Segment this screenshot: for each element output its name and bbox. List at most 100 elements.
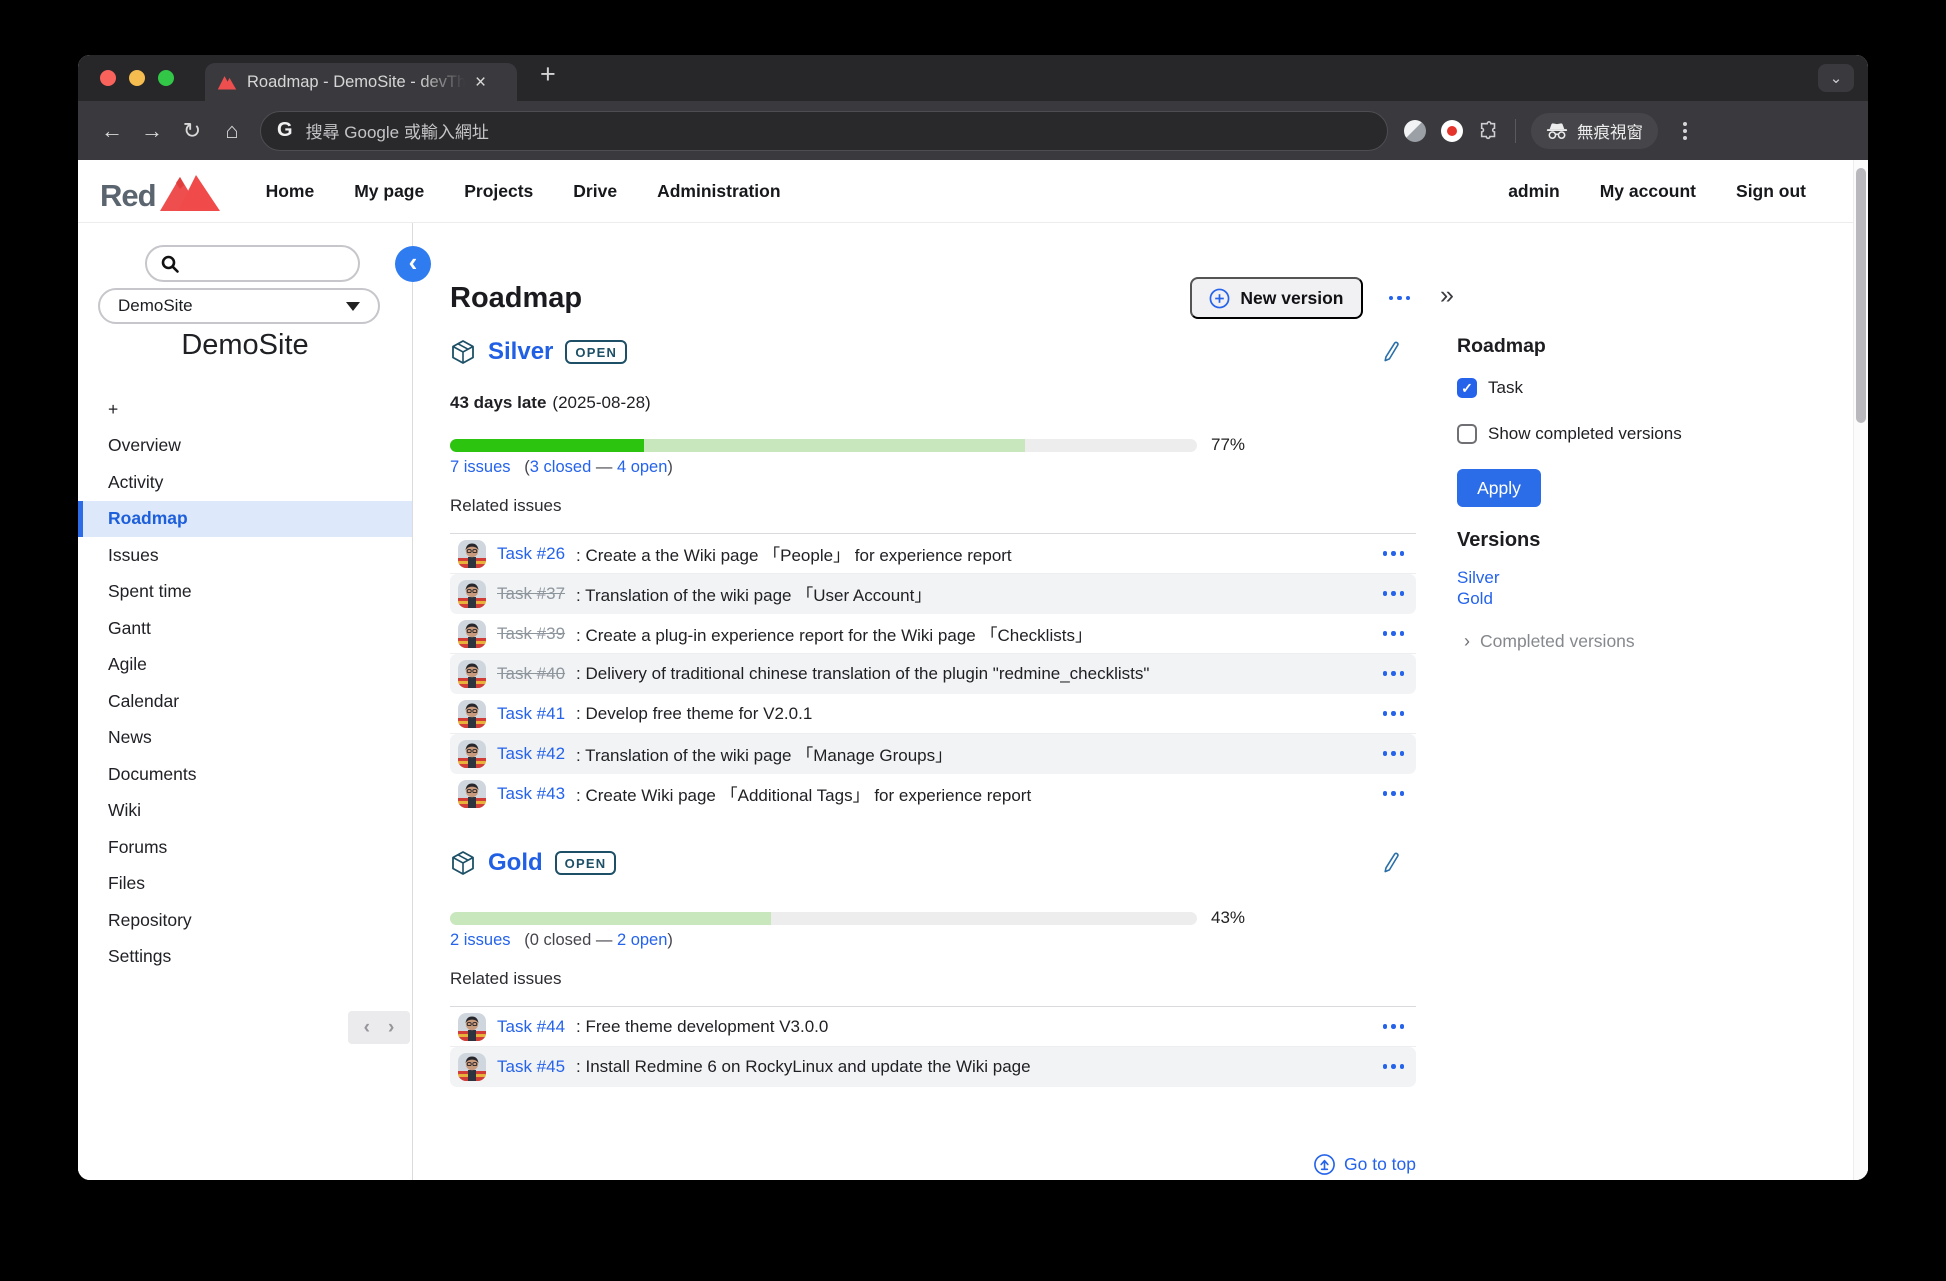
issue-link[interactable]: Task #43 xyxy=(497,784,565,804)
issue-link[interactable]: Task #40 xyxy=(497,664,565,684)
issue-row[interactable]: Task #43 : Create Wiki page 「Additional … xyxy=(450,774,1416,814)
new-version-button[interactable]: New version xyxy=(1190,277,1362,319)
issue-row[interactable]: Task #44 : Free theme development V3.0.0 xyxy=(450,1007,1416,1047)
sidebar-item-new[interactable]: + xyxy=(78,391,412,428)
issue-row[interactable]: Task #37 : Translation of the wiki page … xyxy=(450,574,1416,614)
sidebar-item-agile[interactable]: Agile xyxy=(78,647,412,684)
extensions-puzzle-icon[interactable] xyxy=(1478,120,1500,142)
nav-my-account[interactable]: My account xyxy=(1600,181,1696,202)
filter-show-completed-row[interactable]: Show completed versions xyxy=(1457,421,1840,447)
redmine-favicon-icon xyxy=(217,73,237,91)
scrollbar-thumb[interactable] xyxy=(1856,168,1866,423)
completed-versions-toggle[interactable]: › Completed versions xyxy=(1464,631,1840,652)
reload-icon[interactable]: ↻ xyxy=(172,118,212,144)
close-window-button[interactable] xyxy=(100,70,116,86)
minimize-window-button[interactable] xyxy=(129,70,145,86)
sidebar-version-link-silver[interactable]: Silver xyxy=(1457,567,1840,588)
nav-drive[interactable]: Drive xyxy=(573,181,617,202)
issue-link[interactable]: Task #45 xyxy=(497,1057,565,1077)
sidebar-version-link-gold[interactable]: Gold xyxy=(1457,588,1840,609)
sidebar-item-files[interactable]: Files xyxy=(78,866,412,903)
nav-administration[interactable]: Administration xyxy=(657,181,780,202)
go-to-top-link[interactable]: Go to top xyxy=(450,1153,1416,1176)
nav-sign-out[interactable]: Sign out xyxy=(1736,181,1806,202)
search-input[interactable] xyxy=(145,245,360,282)
back-icon[interactable]: ← xyxy=(92,118,132,144)
issue-link[interactable]: Task #39 xyxy=(497,624,565,644)
issue-row[interactable]: Task #39 : Create a plug-in experience r… xyxy=(450,614,1416,654)
page-scrollbar[interactable] xyxy=(1853,160,1868,1180)
open-count-link[interactable]: 4 open xyxy=(617,458,667,476)
record-extension-icon[interactable] xyxy=(1441,120,1463,142)
chevron-left-icon[interactable]: ‹ xyxy=(364,1017,370,1039)
open-count-link[interactable]: 2 open xyxy=(617,931,667,949)
issues-count-link[interactable]: 2 issues xyxy=(450,931,511,949)
sidebar-item-activity[interactable]: Activity xyxy=(78,464,412,501)
checkbox-unchecked-icon[interactable] xyxy=(1457,424,1477,444)
project-select[interactable]: DemoSite xyxy=(98,288,380,324)
expand-panel-icon[interactable]: » xyxy=(1440,223,1840,309)
sidebar-item-gantt[interactable]: Gantt xyxy=(78,610,412,647)
row-actions-icon[interactable] xyxy=(1383,1024,1405,1029)
sidebar-item-spent-time[interactable]: Spent time xyxy=(78,574,412,611)
issue-row[interactable]: Task #45 : Install Redmine 6 on RockyLin… xyxy=(450,1047,1416,1087)
home-icon[interactable]: ⌂ xyxy=(212,118,252,144)
checkbox-checked-icon[interactable]: ✓ xyxy=(1457,378,1477,398)
sidebar-item-documents[interactable]: Documents xyxy=(78,756,412,793)
sidebar-item-wiki[interactable]: Wiki xyxy=(78,793,412,830)
row-actions-icon[interactable] xyxy=(1383,551,1405,556)
sidebar-item-news[interactable]: News xyxy=(78,720,412,757)
row-actions-icon[interactable] xyxy=(1383,1064,1405,1069)
filter-show-completed-label: Show completed versions xyxy=(1488,424,1682,444)
sidebar-item-issues[interactable]: Issues xyxy=(78,537,412,574)
zoom-window-button[interactable] xyxy=(158,70,174,86)
new-tab-button[interactable]: + xyxy=(540,59,556,90)
issue-link[interactable]: Task #42 xyxy=(497,744,565,764)
more-actions-icon[interactable] xyxy=(1383,290,1417,307)
nav-home[interactable]: Home xyxy=(266,181,315,202)
tab-search-chevron-button[interactable]: ⌄ xyxy=(1818,64,1854,92)
row-actions-icon[interactable] xyxy=(1383,751,1405,756)
close-tab-icon[interactable]: × xyxy=(475,73,486,92)
nav-projects[interactable]: Projects xyxy=(464,181,533,202)
browser-tab[interactable]: Roadmap - DemoSite - devTh × xyxy=(205,63,517,101)
issue-link[interactable]: Task #37 xyxy=(497,584,565,604)
filter-task-row[interactable]: ✓ Task xyxy=(1457,375,1840,401)
browser-menu-icon[interactable] xyxy=(1677,122,1693,140)
chevron-right-icon[interactable]: › xyxy=(388,1017,394,1039)
issues-count-link[interactable]: 7 issues xyxy=(450,458,511,476)
row-actions-icon[interactable] xyxy=(1383,591,1405,596)
sidebar-item-settings[interactable]: Settings xyxy=(78,939,412,976)
collapse-sidebar-button[interactable]: ‹ xyxy=(395,246,431,282)
row-actions-icon[interactable] xyxy=(1383,711,1405,716)
row-actions-icon[interactable] xyxy=(1383,671,1405,676)
row-actions-icon[interactable] xyxy=(1383,631,1405,636)
sidebar-item-calendar[interactable]: Calendar xyxy=(78,683,412,720)
issue-link[interactable]: Task #41 xyxy=(497,704,565,724)
issue-row[interactable]: Task #41 : Develop free theme for V2.0.1 xyxy=(450,694,1416,734)
nav-logged-user[interactable]: admin xyxy=(1508,181,1560,202)
apply-button[interactable]: Apply xyxy=(1457,469,1541,507)
version-link-gold[interactable]: Gold xyxy=(488,849,543,877)
row-actions-icon[interactable] xyxy=(1383,791,1405,796)
issue-row[interactable]: Task #42 : Translation of the wiki page … xyxy=(450,734,1416,774)
edit-pencil-icon[interactable] xyxy=(1380,340,1402,364)
status-badge: OPEN xyxy=(565,340,627,364)
edit-pencil-icon[interactable] xyxy=(1380,851,1402,875)
closed-count-link[interactable]: 3 closed xyxy=(530,458,591,476)
sidebar-item-overview[interactable]: Overview xyxy=(78,428,412,465)
sidebar-item-forums[interactable]: Forums xyxy=(78,829,412,866)
sidebar-item-repository[interactable]: Repository xyxy=(78,902,412,939)
sidebar-item-roadmap[interactable]: Roadmap xyxy=(78,501,412,538)
extension-icon[interactable] xyxy=(1404,120,1426,142)
issue-link[interactable]: Task #44 xyxy=(497,1017,565,1037)
nav-my-page[interactable]: My page xyxy=(354,181,424,202)
issue-subject: : Free theme development V3.0.0 xyxy=(576,1017,1371,1037)
issue-row[interactable]: Task #40 : Delivery of traditional chine… xyxy=(450,654,1416,694)
version-link-silver[interactable]: Silver xyxy=(488,338,553,366)
issue-link[interactable]: Task #26 xyxy=(497,544,565,564)
address-bar[interactable]: G 搜尋 Google 或輸入網址 xyxy=(260,111,1388,151)
issue-row[interactable]: Task #26 : Create a the Wiki page 「Peopl… xyxy=(450,534,1416,574)
redmine-logo[interactable]: Red xyxy=(100,171,224,211)
forward-icon[interactable]: → xyxy=(132,118,172,144)
